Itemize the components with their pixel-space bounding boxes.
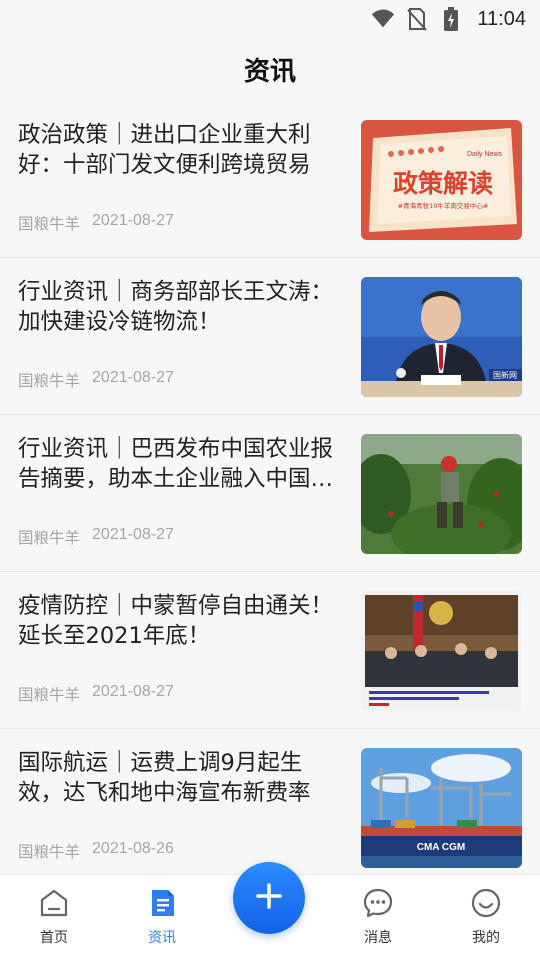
article-source: 国粮牛羊 (18, 686, 81, 704)
article-title: 行业资讯｜巴西发布中国农业报告摘要，助本土企业融入中国市场 (18, 436, 334, 492)
list-item[interactable]: 疫情防控｜中蒙暂停自由通关！延长至2021年底！ 国粮牛羊 2021-08-27 (0, 572, 540, 729)
article-thumbnail[interactable]: CMA CGM (361, 748, 522, 868)
page-title: 资讯 (243, 56, 296, 87)
news-icon (146, 887, 178, 923)
tab-messages[interactable]: 消息 (338, 887, 418, 947)
tab-label: 消息 (364, 930, 392, 946)
no-sim-icon (405, 7, 429, 31)
status-time: 11:04 (477, 7, 526, 30)
status-bar: 11:04 (0, 0, 540, 38)
list-item[interactable]: 政治政策｜进出口企业重大利好：十部门发文便利跨境贸易 国粮牛羊 2021-08-… (0, 101, 540, 258)
battery-charging-icon (439, 7, 463, 31)
article-date: 2021-08-27 (92, 212, 174, 229)
article-title: 疫情防控｜中蒙暂停自由通关！延长至2021年底！ (18, 593, 334, 649)
article-meta: 国粮牛羊 2021-08-27 (18, 212, 174, 234)
article-source: 国粮牛羊 (18, 372, 81, 390)
tab-label: 资讯 (148, 930, 176, 946)
plus-icon (255, 882, 283, 914)
thumb-tag: Daily News (467, 151, 503, 158)
thumb-tag: CMA CGM (417, 842, 466, 853)
profile-icon (470, 887, 502, 923)
article-thumbnail[interactable]: 国新网 (361, 277, 522, 397)
article-date: 2021-08-26 (92, 840, 174, 857)
tab-home[interactable]: 首页 (14, 887, 94, 947)
article-title: 政治政策｜进出口企业重大利好：十部门发文便利跨境贸易 (18, 122, 311, 178)
add-button[interactable] (233, 862, 305, 934)
thumb-subtitle: #青海青牧10牛羊肉交易中心# (398, 201, 489, 210)
article-meta: 国粮牛羊 2021-08-27 (18, 526, 174, 548)
article-date: 2021-08-27 (92, 683, 174, 700)
tab-profile[interactable]: 我的 (446, 887, 526, 947)
article-source: 国粮牛羊 (18, 529, 81, 547)
tab-news[interactable]: 资讯 (122, 887, 202, 947)
thumb-headline: 政策解读 (393, 169, 493, 198)
article-source: 国粮牛羊 (18, 843, 81, 861)
list-item[interactable]: 行业资讯｜巴西发布中国农业报告摘要，助本土企业融入中国市场 国粮牛羊 2021-… (0, 415, 540, 572)
wifi-icon (371, 7, 395, 31)
tab-label: 首页 (40, 930, 68, 946)
article-date: 2021-08-27 (92, 526, 174, 543)
thumb-tag: 国新网 (493, 370, 517, 380)
article-date: 2021-08-27 (92, 369, 174, 386)
article-meta: 国粮牛羊 2021-08-27 (18, 683, 174, 705)
article-title: 行业资讯｜商务部部长王文涛：加快建设冷链物流！ (18, 279, 334, 335)
message-icon (362, 887, 394, 923)
article-thumbnail[interactable]: Daily News 政策解读 #青海青牧10牛羊肉交易中心# (361, 120, 522, 240)
tab-label: 我的 (472, 930, 500, 946)
article-meta: 国粮牛羊 2021-08-27 (18, 369, 174, 391)
article-thumbnail[interactable] (361, 434, 522, 554)
page-header: 资讯 (0, 38, 540, 100)
article-meta: 国粮牛羊 2021-08-26 (18, 840, 174, 862)
article-source: 国粮牛羊 (18, 215, 81, 233)
list-item[interactable]: 行业资讯｜商务部部长王文涛：加快建设冷链物流！ 国粮牛羊 2021-08-27 … (0, 258, 540, 415)
article-list: 政治政策｜进出口企业重大利好：十部门发文便利跨境贸易 国粮牛羊 2021-08-… (0, 101, 540, 886)
article-title: 国际航运｜运费上调9月起生效，达飞和地中海宣布新费率 (18, 750, 311, 806)
article-thumbnail[interactable] (361, 591, 522, 711)
home-icon (38, 887, 70, 923)
bottom-tab-bar: 首页 资讯 消息 我的 (0, 862, 540, 960)
